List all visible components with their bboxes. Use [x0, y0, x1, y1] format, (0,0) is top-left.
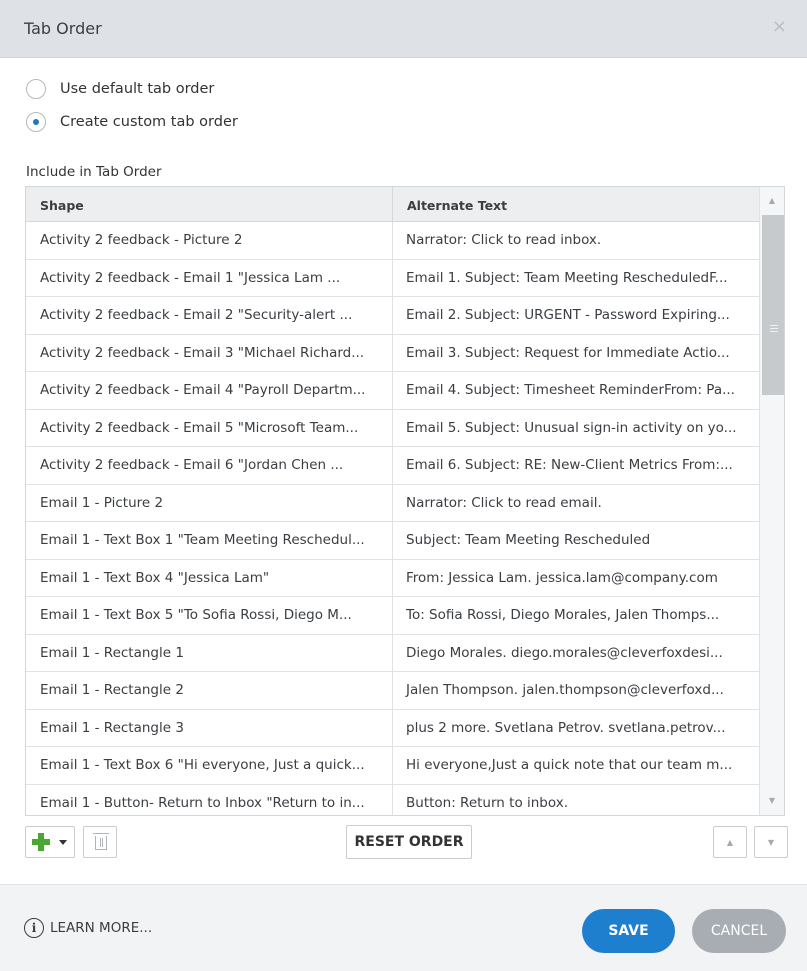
table-row[interactable]: Activity 2 feedback - Email 2 "Security-… — [26, 297, 760, 335]
dialog-title: Tab Order — [24, 19, 102, 38]
shape-cell: Email 1 - Picture 2 — [26, 484, 393, 521]
alternate-text-cell[interactable]: Narrator: Click to read inbox. — [393, 222, 760, 259]
table-header: Shape Alternate Text — [26, 187, 760, 222]
alternate-text-cell[interactable]: plus 2 more. Svetlana Petrov. svetlana.p… — [393, 710, 760, 747]
column-header-shape[interactable]: Shape — [26, 187, 393, 221]
table-row[interactable]: Email 1 - Text Box 6 "Hi everyone, Just … — [26, 747, 760, 785]
trash-icon — [93, 833, 109, 850]
scrollbar-thumb[interactable] — [762, 215, 784, 395]
learn-more-label: LEARN MORE... — [50, 920, 153, 936]
tab-order-table: Shape Alternate Text Activity 2 feedback… — [25, 186, 785, 816]
grip-icon — [770, 325, 778, 332]
table-row[interactable]: Activity 2 feedback - Picture 2 Narrator:… — [26, 222, 760, 260]
table-row[interactable]: Activity 2 feedback - Email 3 "Michael R… — [26, 334, 760, 372]
remove-shape-button[interactable] — [83, 826, 117, 858]
scroll-up-icon[interactable]: ▲ — [760, 191, 784, 211]
shape-cell: Email 1 - Rectangle 1 — [26, 634, 393, 671]
table-row[interactable]: Email 1 - Text Box 1 "Team Meeting Resch… — [26, 522, 760, 560]
shape-cell: Activity 2 feedback - Email 6 "Jordan Ch… — [26, 447, 393, 484]
include-in-tab-order-label: Include in Tab Order — [26, 164, 162, 180]
table-row[interactable]: Activity 2 feedback - Email 6 "Jordan Ch… — [26, 447, 760, 485]
shape-cell: Activity 2 feedback - Email 1 "Jessica L… — [26, 259, 393, 296]
alternate-text-cell[interactable]: Email 3. Subject: Request for Immediate … — [393, 335, 760, 372]
alternate-text-cell[interactable]: Email 6. Subject: RE: New-Client Metrics… — [393, 447, 760, 484]
shape-cell: Email 1 - Text Box 4 "Jessica Lam" — [26, 559, 393, 596]
alternate-text-cell[interactable]: Email 5. Subject: Unusual sign-in activi… — [393, 410, 760, 447]
scroll-down-icon[interactable]: ▼ — [760, 791, 784, 811]
alternate-text-cell[interactable]: Email 4. Subject: Timesheet ReminderFrom… — [393, 372, 760, 409]
shape-cell: Activity 2 feedback - Email 4 "Payroll D… — [26, 372, 393, 409]
arrow-down-icon: ▼ — [767, 837, 775, 847]
shape-cell: Email 1 - Text Box 1 "Team Meeting Resch… — [26, 522, 393, 559]
alternate-text-cell[interactable]: Subject: Team Meeting Rescheduled — [393, 522, 760, 559]
alternate-text-cell[interactable]: To: Sofia Rossi, Diego Morales, Jalen Th… — [393, 597, 760, 634]
table-row[interactable]: Email 1 - Rectangle 3 plus 2 more. Svetla… — [26, 709, 760, 747]
column-header-alternate-text[interactable]: Alternate Text — [393, 187, 760, 221]
chevron-down-icon — [59, 839, 67, 845]
table-body: Activity 2 feedback - Picture 2 Narrator:… — [26, 222, 760, 816]
shape-cell: Email 1 - Rectangle 2 — [26, 672, 393, 709]
alternate-text-cell[interactable]: Jalen Thompson. jalen.thompson@cleverfox… — [393, 672, 760, 709]
cancel-button[interactable]: CANCEL — [692, 909, 786, 953]
alternate-text-cell[interactable]: Narrator: Click to read email. — [393, 485, 760, 522]
info-icon: i — [24, 918, 44, 938]
default-tab-order-option[interactable]: Use default tab order — [26, 79, 214, 99]
alternate-text-cell[interactable]: Email 1. Subject: Team Meeting Reschedul… — [393, 260, 760, 297]
table-row[interactable]: Email 1 - Button- Return to Inbox "Retur… — [26, 784, 760, 816]
reset-order-button[interactable]: RESET ORDER — [346, 825, 472, 859]
alternate-text-cell[interactable]: Button: Return to inbox. — [393, 785, 760, 816]
custom-tab-order-label: Create custom tab order — [60, 114, 238, 130]
move-up-button[interactable]: ▲ — [713, 826, 747, 858]
table-row[interactable]: Email 1 - Picture 2 Narrator: Click to re… — [26, 484, 760, 522]
dialog-title-bar: Tab Order × — [0, 0, 807, 58]
move-down-button[interactable]: ▼ — [754, 826, 788, 858]
table-row[interactable]: Email 1 - Rectangle 2 Jalen Thompson. jal… — [26, 672, 760, 710]
table-row[interactable]: Activity 2 feedback - Email 5 "Microsoft… — [26, 409, 760, 447]
alternate-text-cell[interactable]: From: Jessica Lam. jessica.lam@company.c… — [393, 560, 760, 597]
default-tab-order-radio[interactable] — [26, 79, 46, 99]
shape-cell: Activity 2 feedback - Picture 2 — [26, 222, 393, 259]
arrow-up-icon: ▲ — [726, 837, 734, 847]
default-tab-order-label: Use default tab order — [60, 81, 215, 97]
table-row[interactable]: Email 1 - Rectangle 1 Diego Morales. dieg… — [26, 634, 760, 672]
custom-tab-order-option[interactable]: Create custom tab order — [26, 112, 238, 132]
save-button[interactable]: SAVE — [582, 909, 675, 953]
table-row[interactable]: Activity 2 feedback - Email 1 "Jessica L… — [26, 259, 760, 297]
plus-icon — [32, 833, 50, 851]
alternate-text-cell[interactable]: Diego Morales. diego.morales@cleverfoxde… — [393, 635, 760, 672]
add-shape-button[interactable] — [25, 826, 75, 858]
table-row[interactable]: Activity 2 feedback - Email 4 "Payroll D… — [26, 372, 760, 410]
learn-more-link[interactable]: i LEARN MORE... — [24, 918, 152, 938]
dialog-footer: i LEARN MORE... SAVE CANCEL — [0, 884, 807, 971]
alternate-text-cell[interactable]: Hi everyone,Just a quick note that our t… — [393, 747, 760, 784]
table-row[interactable]: Email 1 - Text Box 4 "Jessica Lam" From: … — [26, 559, 760, 597]
shape-cell: Email 1 - Text Box 5 "To Sofia Rossi, Di… — [26, 597, 393, 634]
shape-cell: Activity 2 feedback - Email 3 "Michael R… — [26, 334, 393, 371]
close-icon[interactable]: × — [772, 16, 787, 37]
shape-cell: Email 1 - Button- Return to Inbox "Retur… — [26, 784, 393, 815]
shape-cell: Activity 2 feedback - Email 5 "Microsoft… — [26, 409, 393, 446]
alternate-text-cell[interactable]: Email 2. Subject: URGENT - Password Expi… — [393, 297, 760, 334]
vertical-scrollbar[interactable]: ▲ ▼ — [759, 187, 784, 815]
table-row[interactable]: Email 1 - Text Box 5 "To Sofia Rossi, Di… — [26, 597, 760, 635]
shape-cell: Activity 2 feedback - Email 2 "Security-… — [26, 297, 393, 334]
shape-cell: Email 1 - Rectangle 3 — [26, 709, 393, 746]
custom-tab-order-radio[interactable] — [26, 112, 46, 132]
shape-cell: Email 1 - Text Box 6 "Hi everyone, Just … — [26, 747, 393, 784]
